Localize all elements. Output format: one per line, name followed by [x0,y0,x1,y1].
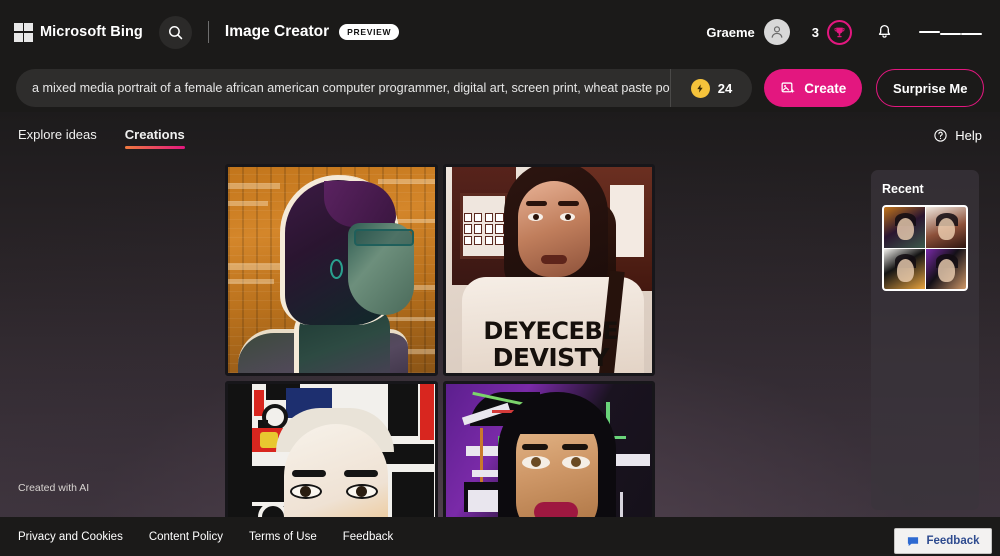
lightning-bolt-icon [690,78,710,98]
recent-panel: Recent [871,170,979,510]
footer-link-privacy[interactable]: Privacy and Cookies [18,531,123,543]
avatar[interactable] [763,19,790,45]
surprise-me-label: Surprise Me [893,80,968,96]
feedback-widget-button[interactable]: Feedback [894,528,992,554]
creations-grid: DEYECEBE DEVISTY [225,164,655,556]
feedback-widget-label: Feedback [926,535,980,547]
creation-image-2-shirt-line2: DEVISTY [492,343,610,372]
thumb-face-shape [896,217,914,241]
main-content-area: Explore ideas Creations Help DEYECEBE DE… [0,112,1000,556]
tab-creations-label: Creations [124,127,185,142]
hamburger-menu-icon [919,30,940,34]
avatar-icon [771,26,783,38]
recent-thumbnail-group[interactable] [882,205,968,291]
help-label: Help [955,127,982,143]
preview-badge: PREVIEW [339,24,400,40]
surprise-me-button[interactable]: Surprise Me [876,69,984,107]
create-button-label: Create [804,80,847,96]
recent-thumbnail-2[interactable] [925,207,966,248]
creations-grid-row: DEYECEBE DEVISTY [225,164,655,376]
tab-bar: Explore ideas Creations Help [0,112,1000,158]
header-right-cluster: Graeme 3 [706,19,986,45]
tab-explore-ideas[interactable]: Explore ideas [18,119,97,151]
microsoft-grid-icon [14,22,33,42]
created-with-ai-label: Created with AI [18,482,90,494]
speech-bubble-icon [908,536,919,546]
rewards-count: 3 [811,24,819,40]
brand-label: Microsoft Bing [40,24,143,40]
footer-link-content-policy[interactable]: Content Policy [149,531,223,543]
recent-panel-title: Recent [882,182,924,196]
bing-home-link[interactable]: Microsoft Bing [14,22,143,42]
footer-link-feedback[interactable]: Feedback [343,531,394,543]
create-button[interactable]: Create [764,69,863,107]
recent-thumbnail-3[interactable] [884,248,925,289]
page-title: Image Creator [224,23,330,40]
recent-thumbnail-1[interactable] [884,207,925,248]
footer-link-terms[interactable]: Terms of Use [249,531,317,543]
prompt-input[interactable]: a mixed media portrait of a female afric… [16,69,670,107]
user-name-label: Graeme [706,24,755,40]
tab-creations[interactable]: Creations [124,119,185,151]
footer-bar: Privacy and Cookies Content Policy Terms… [0,517,1000,556]
creation-image-2-shirt-line1: DEYECEBE [483,317,619,345]
thumb-face-shape [896,259,914,282]
boost-counter[interactable]: 24 [670,69,752,107]
prompt-input-container[interactable]: a mixed media portrait of a female afric… [16,69,752,107]
hamburger-menu-button[interactable] [919,29,982,36]
help-button[interactable]: Help [933,128,982,143]
top-header-bar: Microsoft Bing Image Creator PREVIEW Gra… [0,0,1000,64]
boost-count-label: 24 [717,80,733,96]
notifications-button[interactable] [876,23,893,41]
tab-explore-ideas-label: Explore ideas [18,127,97,142]
creation-image-1[interactable] [225,164,438,376]
image-creator-page: Microsoft Bing Image Creator PREVIEW Gra… [0,0,1000,556]
rewards-button[interactable] [827,19,852,45]
prompt-toolbar: a mixed media portrait of a female afric… [0,64,1000,112]
header-divider [207,21,209,43]
search-button[interactable] [158,15,192,49]
thumb-face-shape [938,217,956,241]
creation-image-2[interactable]: DEYECEBE DEVISTY [442,164,655,376]
recent-thumbnail-4[interactable] [925,248,966,289]
search-icon [168,25,183,39]
image-sparkle-icon [781,82,795,94]
rewards-trophy-icon [834,27,845,37]
notification-bell-icon [878,24,891,38]
thumb-face-shape [938,259,956,282]
question-circle-icon [934,128,947,142]
